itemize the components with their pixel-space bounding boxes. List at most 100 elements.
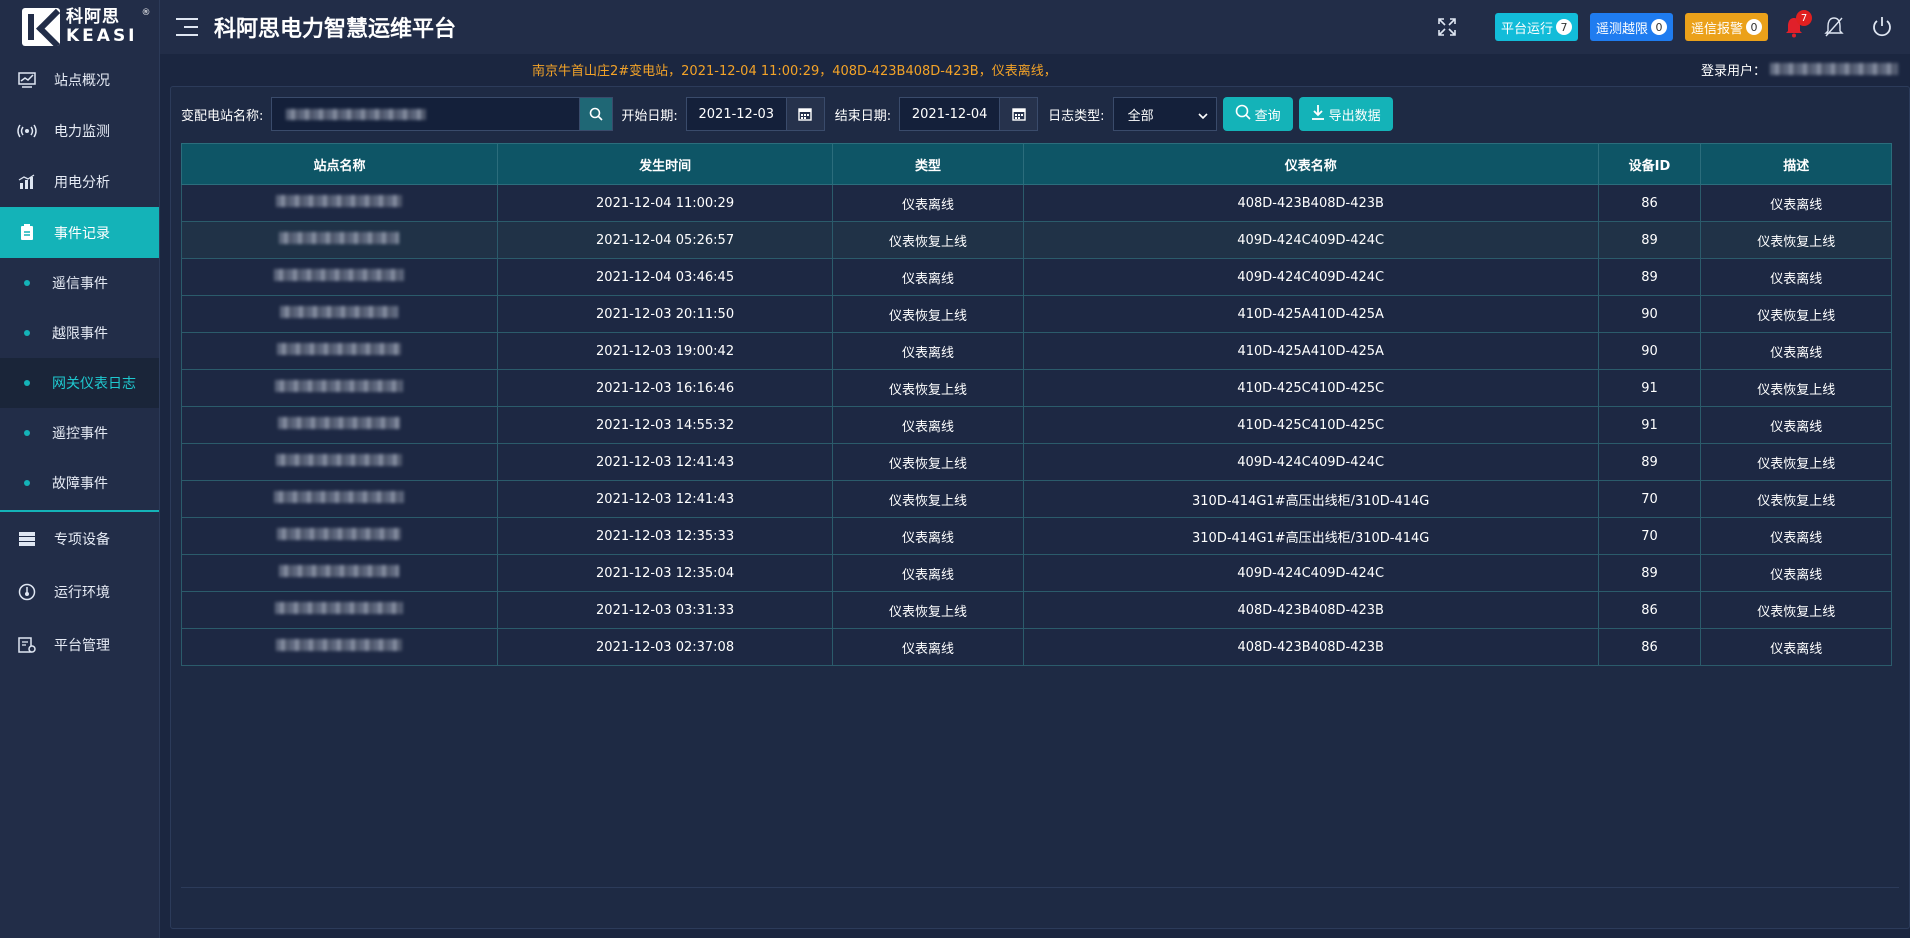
- table-row[interactable]: 2021-12-03 20:11:50 仪表恢复上线 410D-425A410D-4…: [181, 295, 1892, 333]
- redacted-station-name: [278, 417, 401, 429]
- station-name-input[interactable]: [271, 97, 580, 131]
- main-panel: 变配电站名称: 开始日期: 2021-12-03 结束日期: 2021-12-0…: [170, 86, 1910, 929]
- event-type-cell: 仪表离线: [832, 628, 1024, 666]
- sidebar-subitem-remote-control-events[interactable]: 遥控事件: [0, 408, 159, 458]
- description-cell: 仪表离线: [1700, 406, 1892, 444]
- meter-name-cell: 410D-425A410D-425A: [1022, 295, 1599, 333]
- device-id-cell: 86: [1597, 591, 1702, 629]
- power-icon[interactable]: [1868, 13, 1896, 41]
- telemetry-limit-button[interactable]: 遥测越限 0: [1589, 13, 1673, 41]
- table-header-row: 站点名称 发生时间 类型 仪表名称 设备ID 描述: [181, 143, 1892, 185]
- download-icon: [1311, 104, 1325, 124]
- sidebar-item-power-monitor[interactable]: 电力监测: [0, 105, 159, 156]
- redacted-station-name: [275, 602, 404, 614]
- brand-logo[interactable]: 科阿思 KEASI ®: [0, 0, 159, 54]
- redacted-station-name: [274, 269, 405, 281]
- end-date-label: 结束日期:: [834, 108, 892, 124]
- meter-name-cell: 409D-424C409D-424C: [1022, 443, 1599, 481]
- event-time-cell: 2021-12-03 14:55:32: [496, 406, 834, 444]
- sidebar-item-event-records[interactable]: 事件记录: [0, 207, 159, 258]
- sidebar-subitem-gateway-meter-log[interactable]: 网关仪表日志: [0, 358, 159, 408]
- sidebar-item-overview[interactable]: 站点概况: [0, 54, 159, 105]
- event-type-cell: 仪表恢复上线: [832, 480, 1024, 518]
- redacted-station-name: [277, 528, 402, 540]
- bullet-dot-icon: [24, 380, 30, 386]
- mute-bell-icon[interactable]: [1820, 13, 1848, 41]
- device-id-cell: 86: [1597, 184, 1702, 222]
- query-button[interactable]: 查询: [1222, 97, 1293, 131]
- station-name-cell: [181, 480, 498, 518]
- export-data-button[interactable]: 导出数据: [1298, 97, 1393, 131]
- search-icon[interactable]: [579, 97, 614, 131]
- meter-name-cell: 408D-423B408D-423B: [1022, 628, 1599, 666]
- description-cell: 仪表离线: [1700, 184, 1892, 222]
- table-row[interactable]: 2021-12-04 05:26:57 仪表恢复上线 409D-424C409D-4…: [181, 221, 1892, 259]
- table-row[interactable]: 2021-12-03 03:31:33 仪表恢复上线 408D-423B408D-4…: [181, 591, 1892, 629]
- table-row[interactable]: 2021-12-03 19:00:42 仪表离线 410D-425A410D-425…: [181, 332, 1892, 370]
- device-id-cell: 91: [1597, 406, 1702, 444]
- filter-bar: 变配电站名称: 开始日期: 2021-12-03 结束日期: 2021-12-0…: [181, 97, 1399, 131]
- sidebar-subitem-telesignal-events[interactable]: 遥信事件: [0, 258, 159, 308]
- station-name-cell: [181, 406, 498, 444]
- fullscreen-icon[interactable]: [1433, 13, 1461, 41]
- description-cell: 仪表离线: [1700, 258, 1892, 296]
- event-type-cell: 仪表离线: [832, 332, 1024, 370]
- table-row[interactable]: 2021-12-04 11:00:29 仪表离线 408D-423B408D-423…: [181, 184, 1892, 222]
- platform-running-button[interactable]: 平台运行 7: [1494, 13, 1578, 41]
- start-date-picker: 2021-12-03: [685, 97, 825, 131]
- keasi-logo-mark-icon: [22, 8, 60, 46]
- event-time-cell: 2021-12-03 20:11:50: [496, 295, 834, 333]
- sidebar: 科阿思 KEASI ® 站点概况 电力监测 用电分析 事件记录 遥信事件 越限事…: [0, 0, 160, 938]
- pill-count: 7: [1555, 19, 1572, 35]
- bell-count-badge: 7: [1796, 10, 1812, 26]
- menu-toggle-icon[interactable]: [176, 18, 198, 36]
- station-name-cell: [181, 591, 498, 629]
- sidebar-item-environment[interactable]: 运行环境: [0, 565, 159, 618]
- sidebar-item-usage-analysis[interactable]: 用电分析: [0, 156, 159, 207]
- redacted-station-name: [275, 380, 404, 392]
- table-row[interactable]: 2021-12-03 14:55:32 仪表离线 410D-425C410D-425…: [181, 406, 1892, 444]
- query-button-label: 查询: [1254, 108, 1281, 124]
- table-row[interactable]: 2021-12-03 02:37:08 仪表离线 408D-423B408D-423…: [181, 628, 1892, 666]
- log-type-label: 日志类型:: [1048, 108, 1105, 124]
- table-row[interactable]: 2021-12-03 12:35:33 仪表离线 310D-414G1#高压出线柜/…: [181, 517, 1892, 555]
- meter-name-cell: 409D-424C409D-424C: [1022, 258, 1599, 296]
- gauge-icon: [17, 582, 37, 602]
- sidebar-item-special-equipment[interactable]: 专项设备: [0, 512, 159, 565]
- device-id-cell: 89: [1597, 258, 1702, 296]
- sidebar-item-platform-admin[interactable]: 平台管理: [0, 618, 159, 671]
- event-time-cell: 2021-12-03 19:00:42: [496, 332, 834, 370]
- sidebar-subitem-fault-events[interactable]: 故障事件: [0, 458, 159, 508]
- calendar-icon[interactable]: [785, 97, 825, 131]
- table-row[interactable]: 2021-12-03 12:35:04 仪表离线 409D-424C409D-424…: [181, 554, 1892, 592]
- top-right-controls: 平台运行 7 遥测越限 0 遥信报警 0 7: [1433, 10, 1910, 41]
- table-row[interactable]: 2021-12-04 03:46:45 仪表离线 409D-424C409D-424…: [181, 258, 1892, 296]
- column-header: 描述: [1700, 143, 1892, 185]
- device-id-cell: 89: [1597, 443, 1702, 481]
- event-type-cell: 仪表离线: [832, 406, 1024, 444]
- station-name-cell: [181, 628, 498, 666]
- event-type-cell: 仪表离线: [832, 517, 1024, 555]
- description-cell: 仪表恢复上线: [1700, 591, 1892, 629]
- start-date-input[interactable]: 2021-12-03: [685, 97, 786, 131]
- redacted-station-name: [274, 491, 405, 503]
- table-row[interactable]: 2021-12-03 16:16:46 仪表恢复上线 410D-425C410D-4…: [181, 369, 1892, 407]
- table-row[interactable]: 2021-12-03 12:41:43 仪表恢复上线 310D-414G1#高压出线…: [181, 480, 1892, 518]
- telesignal-alarm-button[interactable]: 遥信报警 0: [1684, 13, 1768, 41]
- sidebar-subnav: 遥信事件 越限事件 网关仪表日志 遥控事件 故障事件: [0, 258, 159, 508]
- event-type-cell: 仪表恢复上线: [832, 295, 1024, 333]
- sidebar-subitem-limit-events[interactable]: 越限事件: [0, 308, 159, 358]
- signal-icon: [17, 121, 37, 141]
- table-row[interactable]: 2021-12-03 12:41:43 仪表恢复上线 409D-424C409D-4…: [181, 443, 1892, 481]
- calendar-icon[interactable]: [999, 97, 1039, 131]
- description-cell: 仪表恢复上线: [1700, 295, 1892, 333]
- alarm-bell-icon[interactable]: 7: [1780, 10, 1812, 41]
- settings-list-icon: [17, 635, 37, 655]
- event-time-cell: 2021-12-04 03:46:45: [496, 258, 834, 296]
- end-date-input[interactable]: 2021-12-04: [899, 97, 1000, 131]
- event-time-cell: 2021-12-03 12:35:04: [496, 554, 834, 592]
- meter-name-cell: 410D-425C410D-425C: [1022, 406, 1599, 444]
- description-cell: 仪表离线: [1700, 332, 1892, 370]
- login-user: 登录用户：: [1701, 60, 1898, 79]
- log-type-select[interactable]: 全部: [1112, 97, 1217, 131]
